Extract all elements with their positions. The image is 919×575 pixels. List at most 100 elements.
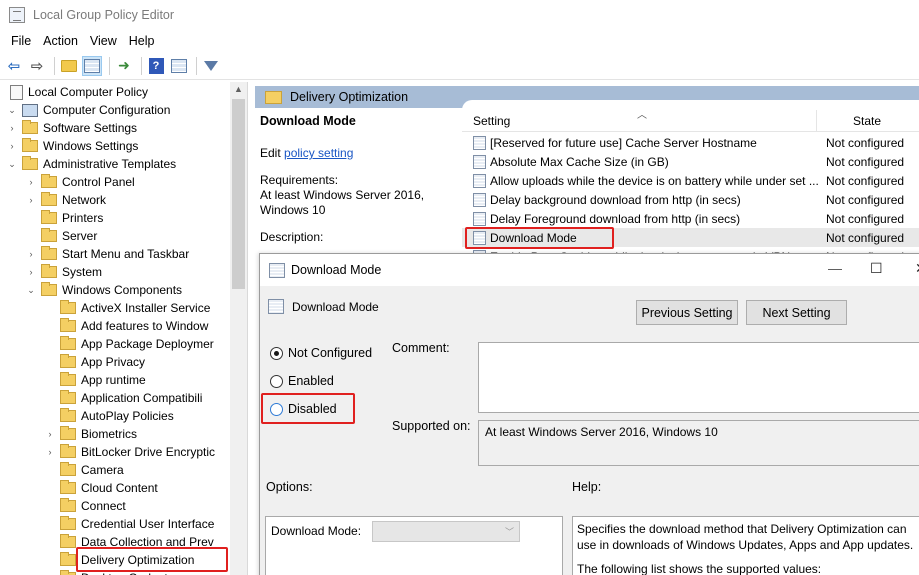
download-mode-dropdown[interactable]: ﹀ [372, 521, 520, 542]
column-divider[interactable] [816, 110, 817, 132]
menu-action[interactable]: Action [37, 34, 84, 48]
tree-item-label: App Package Deploymer [81, 337, 214, 351]
tree-item[interactable]: › Software Settings [6, 119, 137, 137]
policy-state: Not configured [826, 211, 905, 226]
column-header-state[interactable]: State [853, 114, 881, 128]
maximize-icon[interactable]: ☐ [870, 260, 883, 277]
export-list-icon[interactable]: ➜ [114, 56, 134, 76]
chevron-down-icon[interactable]: ⌄ [6, 105, 18, 116]
tree-item[interactable]: Local Computer Policy [6, 83, 148, 101]
folder-up-icon[interactable] [59, 56, 79, 76]
console-tree: Local Computer Policy ⌄ Computer Configura… [0, 82, 248, 575]
scroll-up-icon[interactable]: ▲ [234, 84, 243, 94]
chevron-right-icon[interactable]: › [25, 249, 37, 259]
tree-item[interactable]: Camera [44, 461, 124, 479]
chevron-down-icon[interactable]: ⌄ [6, 159, 18, 170]
tree-item[interactable]: › System [25, 263, 102, 281]
policy-state: Not configured [826, 192, 905, 207]
tree-item[interactable]: ActiveX Installer Service [44, 299, 210, 317]
tree-item[interactable]: Add features to Window [44, 317, 208, 335]
folder-icon [60, 354, 76, 368]
policy-name: Allow uploads while the device is on bat… [490, 173, 819, 188]
folder-icon [22, 156, 38, 170]
tree-item[interactable]: Server [25, 227, 97, 245]
radio-dot-selected[interactable] [270, 346, 283, 360]
show-hide-tree-icon[interactable] [82, 55, 102, 76]
toolbar-separator [196, 56, 197, 75]
close-icon[interactable]: ✕ [915, 260, 919, 277]
tree-item[interactable]: ⌄ Administrative Templates [6, 155, 176, 173]
requirements-value: At least Windows Server 2016, Windows 10 [260, 188, 425, 217]
folder-icon [41, 174, 57, 188]
back-arrow-icon[interactable]: ⇦ [4, 56, 24, 76]
tree-item[interactable]: ⌄ Computer Configuration [6, 101, 170, 119]
policy-state: Not configured [826, 154, 905, 169]
policy-row[interactable]: Delay Foreground download from http (in … [462, 209, 919, 228]
forward-arrow-icon[interactable]: ⇨ [27, 56, 47, 76]
help-icon[interactable]: ? [146, 56, 166, 76]
tree-item[interactable]: Credential User Interface [44, 515, 214, 533]
policy-row[interactable]: Allow uploads while the device is on bat… [462, 171, 919, 190]
radio-dot[interactable] [270, 374, 283, 388]
folder-icon [60, 516, 76, 530]
next-setting-button[interactable]: Next Setting [746, 300, 847, 325]
tree-item[interactable]: Cloud Content [44, 479, 158, 497]
tree-item[interactable]: Application Compatibili [44, 389, 202, 407]
tree-scrollbar[interactable]: ▲ [230, 82, 247, 575]
radio-not-configured[interactable]: Not Configured [270, 346, 372, 360]
tree-item-label: Windows Components [62, 283, 183, 297]
tree-item[interactable]: Printers [25, 209, 103, 227]
tree-item-label: Connect [81, 499, 126, 513]
policy-row[interactable]: [Reserved for future use] Cache Server H… [462, 133, 919, 152]
tree-item[interactable]: › Windows Settings [6, 137, 138, 155]
tree-item[interactable]: App Privacy [44, 353, 145, 371]
chevron-right-icon[interactable]: › [25, 267, 37, 277]
properties-icon[interactable] [169, 56, 189, 76]
menu-file[interactable]: File [5, 34, 37, 48]
menu-help[interactable]: Help [123, 34, 161, 48]
folder-icon [60, 462, 76, 476]
menu-view[interactable]: View [84, 34, 123, 48]
previous-setting-button[interactable]: Previous Setting [636, 300, 738, 325]
folder-icon [60, 498, 76, 512]
toolbar-separator [109, 56, 110, 75]
chevron-right-icon[interactable]: › [25, 195, 37, 205]
chevron-right-icon[interactable]: › [6, 141, 18, 151]
chevron-right-icon[interactable]: › [44, 429, 56, 439]
tree-item[interactable]: Connect [44, 497, 126, 515]
tree-item[interactable]: › Network [25, 191, 106, 209]
options-panel: Download Mode: ﹀ [265, 516, 563, 575]
tree-item[interactable]: App runtime [44, 371, 146, 389]
filter-icon[interactable] [201, 56, 221, 76]
edit-prefix: Edit [260, 146, 285, 160]
chevron-right-icon[interactable]: › [25, 177, 37, 187]
chevron-down-icon[interactable]: ⌄ [25, 285, 37, 296]
tree-scroll-thumb[interactable] [232, 99, 245, 289]
tree-item[interactable]: › Start Menu and Taskbar [25, 245, 189, 263]
tree-item-label: Cloud Content [81, 481, 158, 495]
dialog-subtitle: Download Mode [292, 299, 379, 314]
tree-item[interactable]: › BitLocker Drive Encryptic [44, 443, 215, 461]
policy-name: Delay Foreground download from http (in … [490, 211, 741, 226]
policy-row[interactable]: Delay background download from http (in … [462, 190, 919, 209]
tree-item[interactable]: AutoPlay Policies [44, 407, 174, 425]
tree-item[interactable]: › Control Panel [25, 173, 135, 191]
chevron-down-icon[interactable]: ﹀ [505, 525, 514, 538]
edit-policy-link[interactable]: policy setting [284, 146, 353, 160]
minimize-icon[interactable]: — [828, 260, 842, 276]
tree-item-label: Server [62, 229, 98, 243]
radio-enabled[interactable]: Enabled [270, 374, 334, 388]
tree-item-label: Camera [81, 463, 124, 477]
tree-item[interactable]: › Biometrics [44, 425, 137, 443]
policy-row[interactable]: Absolute Max Cache Size (in GB) Not confi… [462, 152, 919, 171]
chevron-right-icon[interactable]: › [44, 447, 56, 457]
chevron-right-icon[interactable]: › [6, 123, 18, 133]
comment-textarea[interactable] [478, 342, 919, 413]
tree-item-label: AutoPlay Policies [81, 409, 174, 423]
window-title: Local Group Policy Editor [33, 8, 175, 22]
tree-item[interactable]: ⌄ Windows Components [25, 281, 182, 299]
supported-on-value: At least Windows Server 2016, Windows 10 [478, 420, 919, 466]
column-header-setting[interactable]: Setting [473, 114, 510, 128]
folder-icon [60, 426, 76, 440]
tree-item[interactable]: App Package Deploymer [44, 335, 214, 353]
